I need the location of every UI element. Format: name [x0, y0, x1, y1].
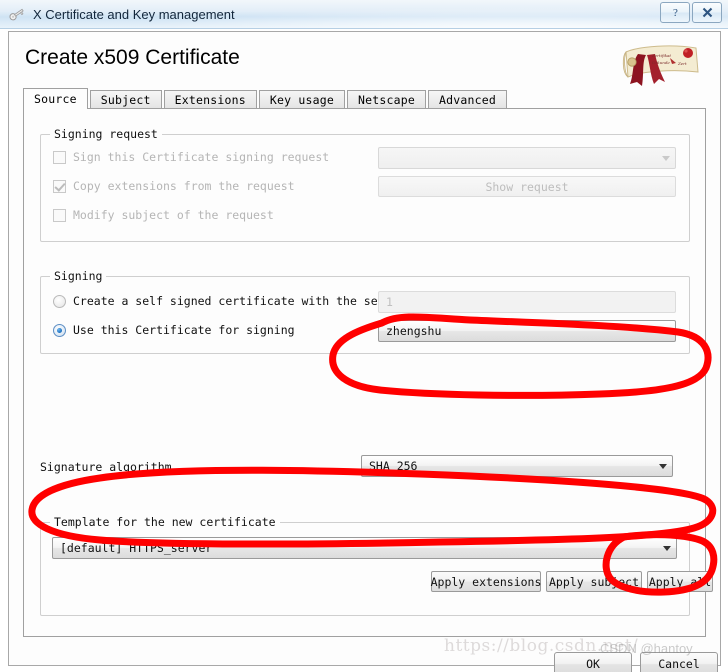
signing-legend: Signing	[50, 269, 107, 283]
template-group: Template for the new certificate [defaul…	[40, 515, 713, 616]
title-bar: X Certificate and Key management ?	[0, 0, 728, 29]
chevron-down-icon	[658, 538, 676, 558]
signature-algorithm-label: Signature algorithm	[40, 460, 172, 474]
tab-subject[interactable]: Subject	[89, 90, 162, 109]
self-signed-radio[interactable]	[53, 294, 66, 308]
signer-certificate-combo[interactable]: zhengshu	[378, 320, 676, 342]
signing-request-combo[interactable]	[378, 147, 676, 169]
apply-subject-button[interactable]: Apply subject	[546, 571, 642, 592]
title-bar-left: X Certificate and Key management	[0, 5, 235, 23]
apply-extensions-button[interactable]: Apply extensions	[431, 571, 541, 592]
tab-extensions[interactable]: Extensions	[163, 90, 257, 109]
svg-text:?: ?	[673, 7, 678, 19]
tab-label: Extensions	[174, 93, 246, 107]
copy-extensions-label: Copy extensions from the request	[73, 179, 295, 193]
self-signed-label: Create a self signed certificate with th…	[73, 294, 406, 308]
template-combo-value: [default] HTTPS_server	[60, 541, 213, 555]
help-button[interactable]: ?	[660, 2, 690, 23]
close-icon	[702, 7, 712, 18]
signature-algorithm-value: SHA 256	[369, 459, 418, 473]
signer-certificate-value: zhengshu	[386, 324, 442, 338]
page-title: Create x509 Certificate	[25, 46, 240, 69]
signing-group: Signing Create a self signed certificate…	[40, 269, 690, 354]
dialog-client-area: Create x509 Certificate Zertifikat Urkun…	[8, 31, 721, 672]
tab-netscape[interactable]: Netscape	[347, 90, 426, 109]
use-certificate-radio-row[interactable]: Use this Certificate for signing	[53, 323, 295, 337]
template-legend: Template for the new certificate	[50, 515, 280, 529]
tab-bar: Source Subject Extensions Key usage Nets…	[23, 88, 706, 110]
signing-request-legend: Signing request	[50, 127, 162, 141]
serial-number-field[interactable]: 1	[378, 291, 676, 313]
watermark-credit: CSDN @hantoy	[600, 641, 693, 656]
tab-key-usage[interactable]: Key usage	[258, 90, 345, 109]
tab-label: Key usage	[269, 93, 334, 107]
close-button[interactable]	[692, 2, 722, 23]
chevron-down-icon	[657, 321, 675, 341]
tab-page-source: Signing request Sign this Certificate si…	[23, 108, 713, 637]
chevron-down-icon	[654, 456, 672, 476]
tab-label: Source	[34, 92, 77, 106]
self-signed-radio-row[interactable]: Create a self signed certificate with th…	[53, 294, 405, 308]
tab-label: Subject	[100, 93, 151, 107]
modify-subject-checkbox[interactable]	[53, 208, 66, 222]
window-title: X Certificate and Key management	[33, 6, 235, 22]
use-certificate-label: Use this Certificate for signing	[73, 323, 295, 337]
sign-csr-checkbox-row[interactable]: Sign this Certificate signing request	[53, 150, 329, 164]
svg-text:Urkunde: Urkunde	[652, 60, 670, 65]
tab-label: Advanced	[439, 93, 496, 107]
show-request-button[interactable]: Show request	[378, 176, 676, 197]
tab-advanced[interactable]: Advanced	[428, 90, 507, 109]
window-controls: ?	[660, 2, 722, 23]
certificate-scroll-icon: Zertifikat Urkunde Zert	[622, 45, 699, 86]
sign-csr-checkbox[interactable]	[53, 150, 66, 164]
tab-source[interactable]: Source	[23, 88, 88, 110]
signing-request-group: Signing request Sign this Certificate si…	[40, 127, 690, 242]
sign-csr-label: Sign this Certificate signing request	[73, 150, 330, 164]
app-window: X Certificate and Key management ? Creat…	[0, 0, 728, 672]
use-certificate-radio[interactable]	[53, 323, 66, 337]
chevron-down-icon	[657, 148, 675, 168]
key-icon	[9, 8, 24, 21]
template-combo[interactable]: [default] HTTPS_server	[52, 537, 677, 559]
tab-label: Netscape	[358, 93, 415, 107]
copy-extensions-checkbox-row[interactable]: Copy extensions from the request	[53, 179, 295, 193]
question-mark-icon: ?	[673, 7, 678, 19]
svg-text:Zert: Zert	[677, 61, 687, 66]
signature-algorithm-combo[interactable]: SHA 256	[361, 455, 673, 477]
copy-extensions-checkbox[interactable]	[53, 179, 66, 193]
svg-text:Zertifikat: Zertifikat	[651, 53, 671, 58]
modify-subject-label: Modify subject of the request	[73, 208, 274, 222]
apply-all-button[interactable]: Apply all	[647, 571, 713, 592]
modify-subject-checkbox-row[interactable]: Modify subject of the request	[53, 208, 274, 222]
